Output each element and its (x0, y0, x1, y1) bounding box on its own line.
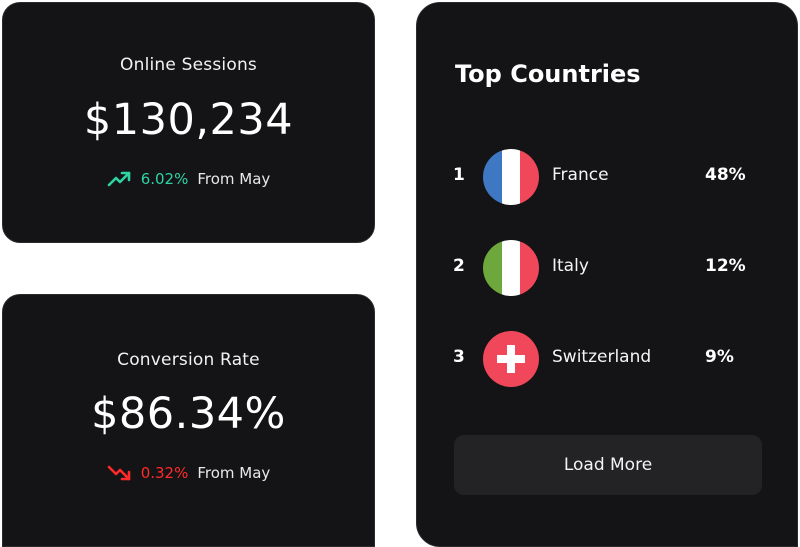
switzerland-flag-icon (483, 331, 539, 387)
online-sessions-value: $130,234 (83, 95, 294, 145)
top-countries-panel: Top Countries 1 France 48% 2 Italy 12% 3 (416, 2, 798, 547)
country-rank: 3 (453, 347, 465, 367)
country-percent: 48% (705, 165, 746, 185)
online-sessions-trend-percent: 6.02% (140, 170, 189, 188)
country-percent: 12% (705, 256, 746, 276)
italy-flag-icon (483, 240, 539, 296)
conversion-rate-trend-percent: 0.32% (140, 464, 189, 482)
country-rank: 2 (453, 256, 465, 276)
conversion-rate-value: $86.34% (91, 389, 286, 439)
trending-down-icon (107, 463, 133, 483)
conversion-rate-trend-suffix: From May (197, 464, 271, 482)
online-sessions-trend: 6.02% From May (3, 169, 374, 189)
online-sessions-card: Online Sessions $130,234 6.02% From May (2, 2, 375, 243)
conversion-rate-label: Conversion Rate (117, 350, 260, 370)
country-name: Switzerland (552, 347, 652, 367)
online-sessions-trend-suffix: From May (197, 170, 271, 188)
trending-up-icon (107, 169, 133, 189)
country-percent: 9% (705, 347, 734, 367)
conversion-rate-trend: 0.32% From May (3, 463, 374, 483)
conversion-rate-card: Conversion Rate $86.34% 0.32% From May (2, 294, 375, 547)
country-row-switzerland: 3 Switzerland 9% (417, 329, 797, 389)
top-countries-title: Top Countries (455, 60, 641, 88)
online-sessions-label: Online Sessions (120, 55, 257, 75)
country-name: France (552, 165, 609, 185)
country-name: Italy (552, 256, 589, 276)
country-row-france: 1 France 48% (417, 147, 797, 207)
france-flag-icon (483, 149, 539, 205)
country-rank: 1 (453, 165, 465, 185)
country-row-italy: 2 Italy 12% (417, 238, 797, 298)
load-more-button[interactable]: Load More (454, 435, 762, 495)
